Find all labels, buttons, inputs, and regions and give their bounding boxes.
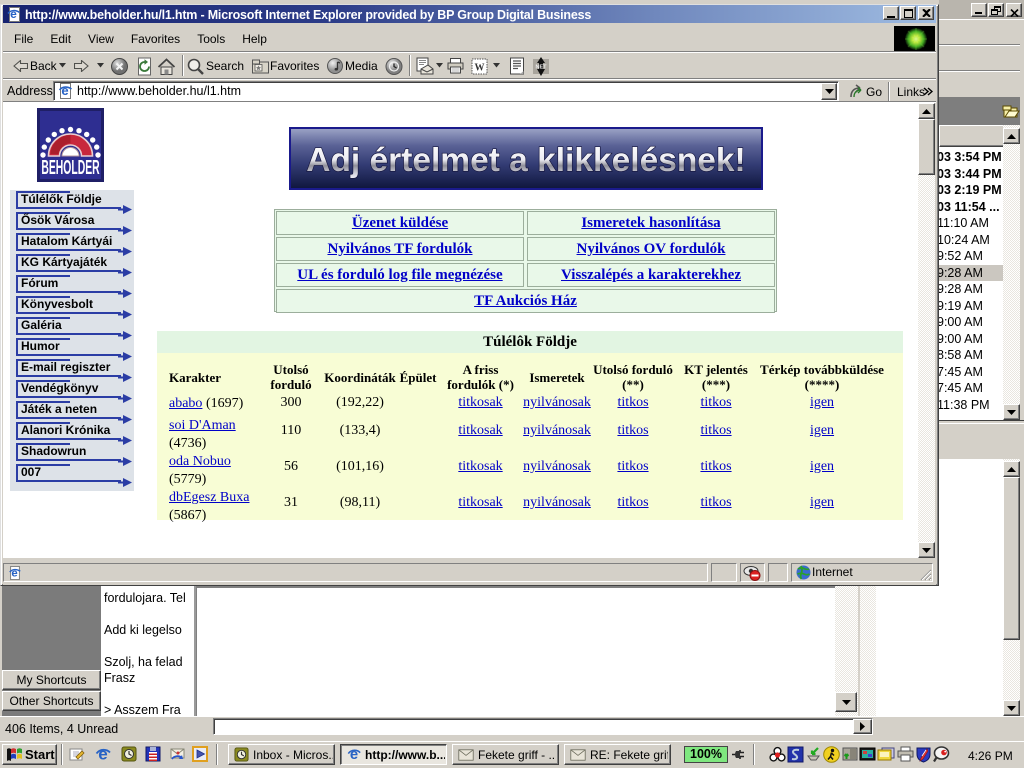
svg-text:BEHOLDER: BEHOLDER — [41, 158, 100, 179]
svg-text:e: e — [350, 747, 358, 761]
svg-text:W: W — [475, 63, 485, 74]
svg-text:e: e — [10, 7, 17, 21]
svg-text:Adj értelmet a klikkelésnek!: Adj értelmet a klikkelésnek! — [306, 142, 745, 179]
svg-text:e: e — [98, 746, 107, 762]
svg-text:NET: NET — [536, 65, 548, 71]
svg-text:e: e — [61, 83, 68, 98]
